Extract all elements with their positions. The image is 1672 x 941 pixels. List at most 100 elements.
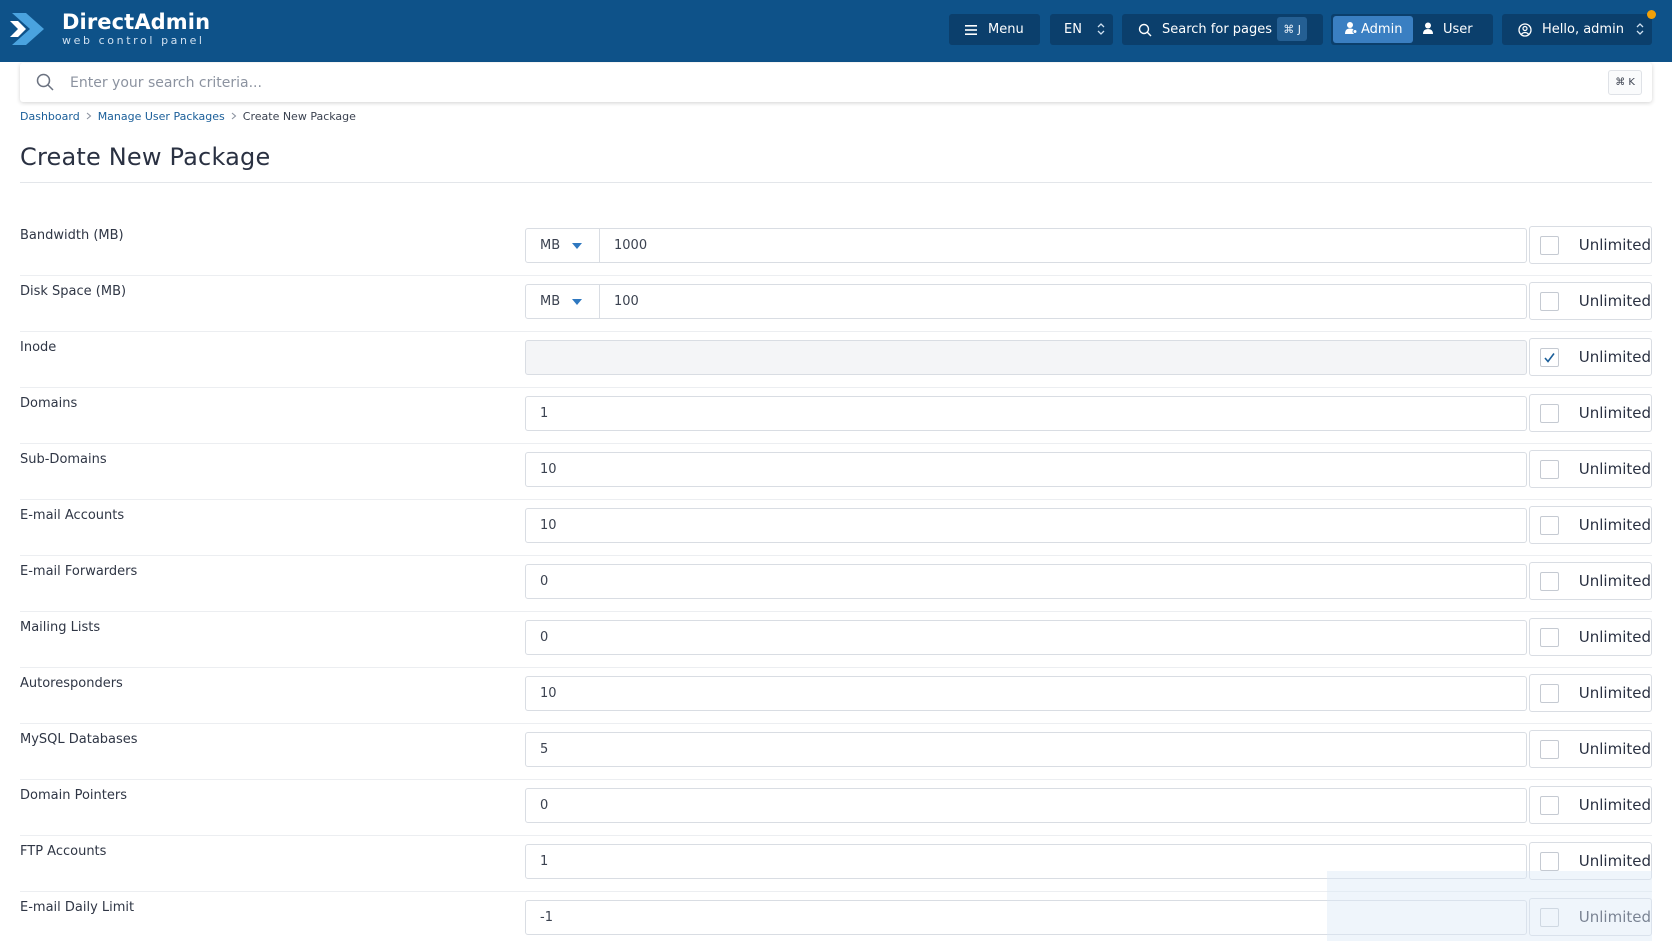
limit-input[interactable]: 0 xyxy=(525,620,1527,655)
unlimited-toggle[interactable]: Unlimited xyxy=(1529,226,1652,264)
role-admin-label: Admin xyxy=(1361,22,1403,37)
limit-input[interactable]: 10 xyxy=(525,676,1527,711)
field-label: E-mail Forwarders xyxy=(20,564,138,579)
role-user-button[interactable]: User xyxy=(1423,16,1473,43)
limit-input[interactable]: 10 xyxy=(525,452,1527,487)
unlimited-checkbox[interactable] xyxy=(1540,235,1559,255)
limit-input[interactable]: MB 100 xyxy=(525,284,1527,319)
breadcrumb: Dashboard Manage User Packages Create Ne… xyxy=(20,110,356,123)
select-arrows-icon xyxy=(1636,23,1644,35)
unlimited-checkbox[interactable] xyxy=(1540,347,1559,367)
input-value: 1 xyxy=(540,406,549,421)
user-icon xyxy=(1423,22,1433,38)
form-row: Domain Pointers 0 Unlimited xyxy=(20,780,1652,836)
unlimited-checkbox[interactable] xyxy=(1540,403,1559,423)
form-row: E-mail Accounts 10 Unlimited xyxy=(20,500,1652,556)
unlimited-toggle[interactable]: Unlimited xyxy=(1529,730,1652,768)
brand-title: DirectAdmin xyxy=(62,10,211,34)
unlimited-toggle[interactable]: Unlimited xyxy=(1529,506,1652,544)
input-value: 0 xyxy=(540,798,549,813)
package-form: Bandwidth (MB) MB 1000 Unlimited Disk Space … xyxy=(20,220,1652,941)
unlimited-label: Unlimited xyxy=(1578,460,1651,478)
unlimited-label: Unlimited xyxy=(1578,572,1651,590)
field-label: E-mail Daily Limit xyxy=(20,900,135,915)
input-value: 5 xyxy=(540,742,549,757)
unlimited-toggle[interactable]: Unlimited xyxy=(1529,282,1652,320)
unlimited-toggle[interactable]: Unlimited xyxy=(1529,394,1652,432)
page-title: Create New Package xyxy=(20,143,271,171)
limit-input[interactable]: 1 xyxy=(525,396,1527,431)
language-select[interactable]: EN xyxy=(1050,14,1113,45)
limit-input[interactable]: 10 xyxy=(525,508,1527,543)
unit-select[interactable]: MB xyxy=(526,285,600,318)
field-label: MySQL Databases xyxy=(20,732,138,747)
unlimited-checkbox[interactable] xyxy=(1540,571,1559,591)
form-row: E-mail Forwarders 0 Unlimited xyxy=(20,556,1652,612)
unlimited-checkbox[interactable] xyxy=(1540,795,1559,815)
notification-dot[interactable] xyxy=(1647,10,1656,19)
limit-input[interactable]: 5 xyxy=(525,732,1527,767)
form-row: Inode Unlimited xyxy=(20,332,1652,388)
unit-select[interactable]: MB xyxy=(526,229,600,262)
field-label: Sub-Domains xyxy=(20,452,107,467)
breadcrumb-manage-user-packages[interactable]: Manage User Packages xyxy=(98,110,225,123)
unlimited-toggle[interactable]: Unlimited xyxy=(1529,338,1652,376)
unlimited-label: Unlimited xyxy=(1578,292,1651,310)
input-value: 0 xyxy=(540,630,549,645)
breadcrumb-current: Create New Package xyxy=(242,110,356,123)
top-header: DirectAdmin web control panel Menu EN Se… xyxy=(0,0,1672,62)
input-value: 1000 xyxy=(614,238,648,253)
unlimited-toggle[interactable]: Unlimited xyxy=(1529,674,1652,712)
breadcrumb-dashboard[interactable]: Dashboard xyxy=(20,110,80,123)
chevron-right-icon xyxy=(86,110,92,123)
unit-label: MB xyxy=(540,294,561,309)
unlimited-checkbox[interactable] xyxy=(1540,739,1559,759)
unlimited-checkbox[interactable] xyxy=(1540,683,1559,703)
limit-input xyxy=(525,340,1527,375)
unlimited-label: Unlimited xyxy=(1578,740,1651,758)
unlimited-checkbox[interactable] xyxy=(1540,627,1559,647)
field-label: E-mail Accounts xyxy=(20,508,125,523)
menu-button[interactable]: Menu xyxy=(949,14,1040,45)
unit-label: MB xyxy=(540,238,561,253)
unlimited-toggle[interactable]: Unlimited xyxy=(1529,450,1652,488)
search-input[interactable] xyxy=(70,69,1570,96)
limit-input[interactable]: MB 1000 xyxy=(525,228,1527,263)
directadmin-logo-icon xyxy=(10,9,46,49)
unlimited-label: Unlimited xyxy=(1578,852,1651,870)
form-row: Autoresponders 10 Unlimited xyxy=(20,668,1652,724)
unlimited-checkbox[interactable] xyxy=(1540,515,1559,535)
account-circle-icon xyxy=(1518,22,1532,37)
account-menu-button[interactable]: Hello, admin xyxy=(1502,14,1652,45)
input-value: 10 xyxy=(540,462,557,477)
unlimited-toggle[interactable]: Unlimited xyxy=(1529,618,1652,656)
field-label: Inode xyxy=(20,340,57,355)
logo[interactable]: DirectAdmin web control panel xyxy=(10,9,210,49)
greeting-label: Hello, admin xyxy=(1542,22,1624,37)
unlimited-toggle[interactable]: Unlimited xyxy=(1529,562,1652,600)
limit-input[interactable]: 0 xyxy=(525,788,1527,823)
role-switcher: Admin User xyxy=(1331,14,1493,45)
search-pages-button[interactable]: Search for pages ⌘ J xyxy=(1122,14,1323,45)
unlimited-toggle[interactable]: Unlimited xyxy=(1529,786,1652,824)
input-value: -1 xyxy=(540,910,553,925)
unlimited-label: Unlimited xyxy=(1578,684,1651,702)
divider xyxy=(20,182,1652,183)
menu-label: Menu xyxy=(988,22,1024,37)
unlimited-checkbox[interactable] xyxy=(1540,851,1559,871)
chevron-right-icon xyxy=(231,110,237,123)
input-value: 100 xyxy=(614,294,639,309)
unlimited-label: Unlimited xyxy=(1578,348,1651,366)
scroll-fade xyxy=(1327,871,1652,941)
unlimited-checkbox[interactable] xyxy=(1540,459,1559,479)
form-row: Domains 1 Unlimited xyxy=(20,388,1652,444)
form-row: Bandwidth (MB) MB 1000 Unlimited xyxy=(20,220,1652,276)
limit-input[interactable]: 0 xyxy=(525,564,1527,599)
input-value: 1 xyxy=(540,854,549,869)
unlimited-checkbox[interactable] xyxy=(1540,291,1559,311)
input-value: 0 xyxy=(540,574,549,589)
role-user-label: User xyxy=(1443,22,1473,37)
role-admin-button[interactable]: Admin xyxy=(1333,16,1413,43)
caret-down-icon xyxy=(572,243,582,249)
language-label: EN xyxy=(1064,22,1082,37)
